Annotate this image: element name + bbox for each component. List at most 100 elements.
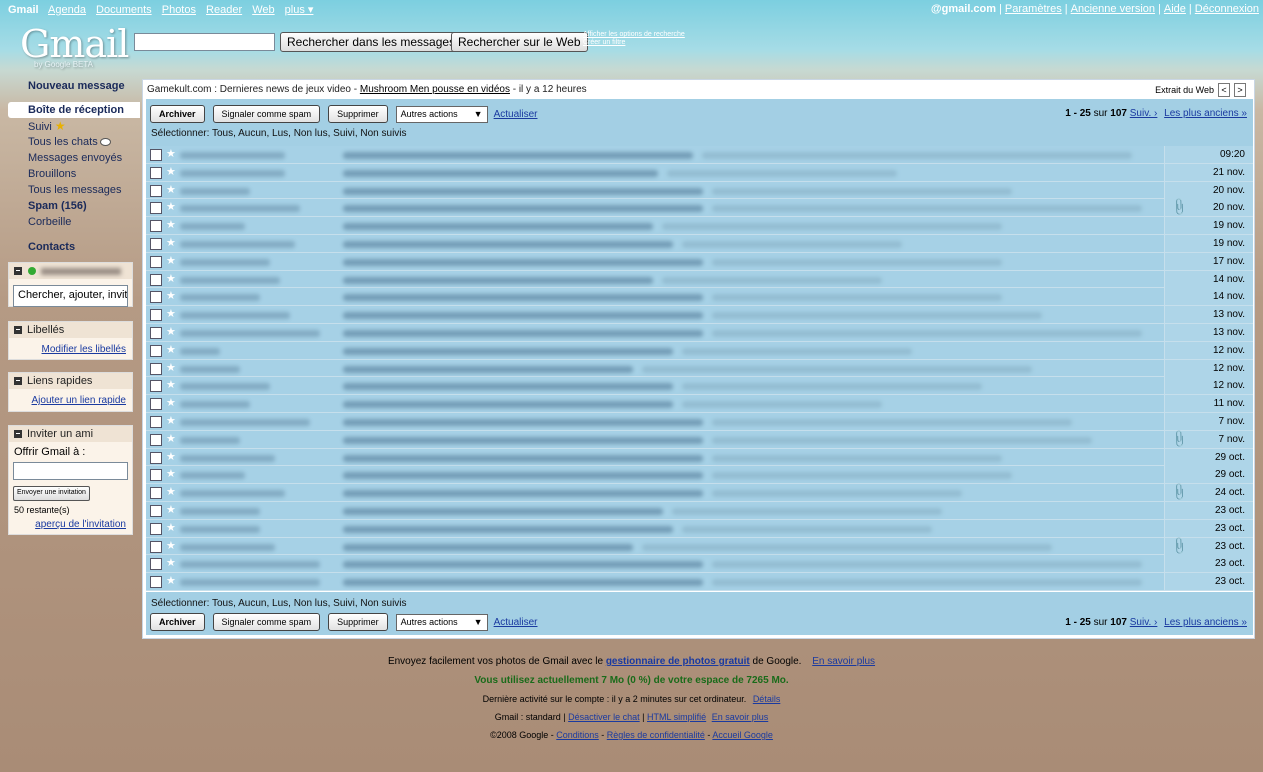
star-icon[interactable]: ★ bbox=[166, 165, 176, 178]
row-checkbox[interactable] bbox=[150, 558, 162, 571]
basic-html-link[interactable]: HTML simplifié bbox=[647, 712, 706, 722]
row-checkbox[interactable] bbox=[150, 433, 162, 446]
delete-button[interactable]: Supprimer bbox=[328, 613, 388, 631]
row-checkbox[interactable] bbox=[150, 380, 162, 393]
delete-button[interactable]: Supprimer bbox=[328, 105, 388, 123]
sidebar-item-starred[interactable]: Suivi ★ bbox=[0, 118, 140, 134]
row-checkbox[interactable] bbox=[150, 237, 162, 250]
row-checkbox[interactable] bbox=[150, 309, 162, 322]
row-checkbox[interactable] bbox=[150, 344, 162, 357]
email-row[interactable]: ★ 12 nov. bbox=[146, 341, 1253, 360]
photos-manager-link[interactable]: gestionnaire de photos gratuit bbox=[606, 656, 750, 667]
collapse-icon[interactable] bbox=[14, 377, 22, 385]
email-row[interactable]: ★ 14 nov. bbox=[146, 288, 1253, 307]
row-checkbox[interactable] bbox=[150, 576, 162, 589]
email-row[interactable]: ★ 17 nov. bbox=[146, 252, 1253, 271]
web-clip-headline[interactable]: Mushroom Men pousse en vidéos bbox=[360, 84, 510, 95]
star-icon[interactable]: ★ bbox=[166, 183, 176, 196]
settings-link[interactable]: Paramètres bbox=[1005, 3, 1062, 15]
email-row[interactable]: ★ 29 oct. bbox=[146, 466, 1253, 485]
invite-preview-link[interactable]: aperçu de l'invitation bbox=[9, 517, 132, 535]
email-row[interactable]: ★ 12 nov. bbox=[146, 377, 1253, 396]
add-quick-link[interactable]: Ajouter un lien rapide bbox=[9, 389, 132, 411]
star-icon[interactable]: ★ bbox=[166, 450, 176, 463]
email-row[interactable]: ★ 19 nov. bbox=[146, 234, 1253, 253]
details-link[interactable]: Détails bbox=[753, 694, 781, 704]
star-icon[interactable]: ★ bbox=[166, 361, 176, 374]
web-link[interactable]: Web bbox=[252, 4, 274, 16]
logout-link[interactable]: Déconnexion bbox=[1195, 3, 1259, 15]
labels-header[interactable]: Libellés bbox=[9, 322, 132, 338]
select-options[interactable]: Tous, Aucun, Lus, Non lus, Suivi, Non su… bbox=[212, 598, 407, 609]
email-row[interactable]: ★ 📎 20 nov. bbox=[146, 197, 1253, 218]
more-actions-select[interactable]: Autres actions ▼ bbox=[395, 613, 488, 631]
next-page-link[interactable]: Suiv. › bbox=[1130, 617, 1158, 628]
row-checkbox[interactable] bbox=[150, 166, 162, 179]
send-invite-button[interactable]: Envoyer une invitation bbox=[13, 486, 90, 501]
select-options[interactable]: Tous, Aucun, Lus, Non lus, Suivi, Non su… bbox=[212, 128, 407, 139]
search-mail-button[interactable]: Rechercher dans les messages bbox=[280, 32, 463, 52]
star-icon[interactable]: ★ bbox=[166, 254, 176, 267]
star-icon[interactable]: ★ bbox=[166, 325, 176, 338]
documents-link[interactable]: Documents bbox=[96, 4, 152, 16]
star-icon[interactable]: ★ bbox=[166, 414, 176, 427]
star-icon[interactable]: ★ bbox=[166, 307, 176, 320]
google-home-link[interactable]: Accueil Google bbox=[712, 730, 773, 740]
star-icon[interactable]: ★ bbox=[166, 343, 176, 356]
row-checkbox[interactable] bbox=[150, 362, 162, 375]
email-row[interactable]: ★ 13 nov. bbox=[146, 323, 1253, 342]
refresh-link[interactable]: Actualiser bbox=[494, 109, 538, 120]
row-checkbox[interactable] bbox=[150, 415, 162, 428]
sidebar-item-drafts[interactable]: Brouillons bbox=[0, 166, 140, 182]
star-icon[interactable]: ★ bbox=[166, 503, 176, 516]
star-icon[interactable]: ★ bbox=[166, 236, 176, 249]
row-checkbox[interactable] bbox=[150, 504, 162, 517]
report-spam-button[interactable]: Signaler comme spam bbox=[212, 105, 321, 123]
star-icon[interactable]: ★ bbox=[166, 147, 176, 160]
collapse-icon[interactable] bbox=[14, 326, 22, 334]
disable-chat-link[interactable]: Désactiver le chat bbox=[568, 712, 640, 722]
terms-link[interactable]: Conditions bbox=[556, 730, 599, 740]
quick-links-header[interactable]: Liens rapides bbox=[9, 373, 132, 389]
email-row[interactable]: ★ 14 nov. bbox=[146, 270, 1253, 289]
email-row[interactable]: ★ 7 nov. bbox=[146, 412, 1253, 431]
email-row[interactable]: ★ 23 oct. bbox=[146, 501, 1253, 520]
collapse-icon[interactable] bbox=[14, 430, 22, 438]
star-icon[interactable]: ★ bbox=[166, 521, 176, 534]
contacts-link[interactable]: Contacts bbox=[28, 241, 75, 253]
invite-email-input[interactable] bbox=[13, 462, 128, 480]
row-checkbox[interactable] bbox=[150, 255, 162, 268]
agenda-link[interactable]: Agenda bbox=[48, 4, 86, 16]
row-checkbox[interactable] bbox=[150, 469, 162, 482]
more-actions-select[interactable]: Autres actions ▼ bbox=[395, 105, 488, 123]
oldest-link[interactable]: Les plus anciens » bbox=[1164, 617, 1247, 628]
email-row[interactable]: ★ 12 nov. bbox=[146, 359, 1253, 378]
row-checkbox[interactable] bbox=[150, 149, 162, 161]
email-row[interactable]: ★ 29 oct. bbox=[146, 448, 1253, 467]
compose-link[interactable]: Nouveau message bbox=[28, 80, 125, 92]
learn-more-link[interactable]: En savoir plus bbox=[812, 656, 875, 667]
row-checkbox[interactable] bbox=[150, 451, 162, 464]
row-checkbox[interactable] bbox=[150, 326, 162, 339]
star-icon[interactable]: ★ bbox=[166, 574, 176, 587]
email-row[interactable]: ★ 13 nov. bbox=[146, 306, 1253, 324]
photos-link[interactable]: Photos bbox=[162, 4, 196, 16]
email-row[interactable]: ★ 📎 7 nov. bbox=[146, 429, 1253, 449]
sidebar-item-inbox[interactable]: Boîte de réception bbox=[8, 102, 140, 118]
email-row[interactable]: ★ 📎 23 oct. bbox=[146, 535, 1253, 556]
star-icon[interactable]: ★ bbox=[166, 556, 176, 569]
sidebar-item-sent[interactable]: Messages envoyés bbox=[0, 150, 140, 166]
gmail-app-link[interactable]: Gmail bbox=[8, 4, 39, 16]
email-row[interactable]: ★ 📎 24 oct. bbox=[146, 482, 1253, 502]
next-clip-button[interactable]: > bbox=[1234, 83, 1246, 97]
star-icon[interactable]: ★ bbox=[166, 200, 176, 213]
row-checkbox[interactable] bbox=[150, 184, 162, 197]
email-row[interactable]: ★ 11 nov. bbox=[146, 395, 1253, 413]
create-filter-link[interactable]: Créer un filtre bbox=[583, 39, 685, 47]
email-row[interactable]: ★ 21 nov. bbox=[146, 163, 1253, 182]
row-checkbox[interactable] bbox=[150, 291, 162, 304]
row-checkbox[interactable] bbox=[150, 220, 162, 233]
learn-more-link-2[interactable]: En savoir plus bbox=[712, 712, 769, 722]
oldest-link[interactable]: Les plus anciens » bbox=[1164, 108, 1247, 119]
email-row[interactable]: ★ 09:20 bbox=[146, 146, 1253, 164]
